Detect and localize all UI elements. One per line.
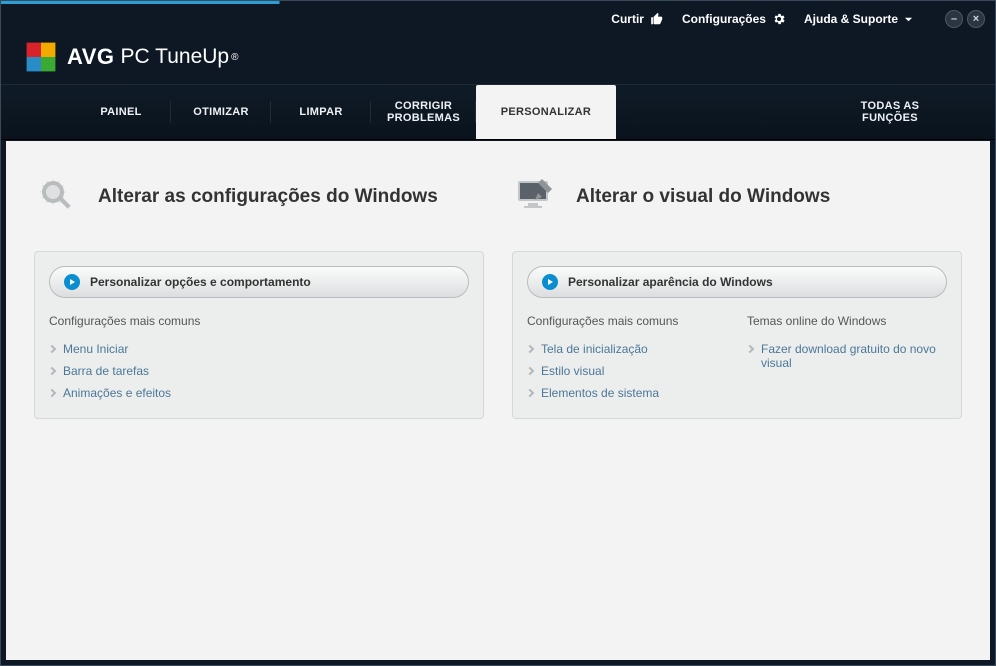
right-links2: Fazer download gratuito do novo visual	[747, 338, 947, 374]
link-label: Animações e efeitos	[63, 386, 171, 400]
left-subhead: Configurações mais comuns	[49, 314, 469, 328]
link-tela-inicializacao[interactable]: Tela de inicialização	[527, 338, 727, 360]
link-label: Estilo visual	[541, 364, 604, 378]
right-section-header: Alterar o visual do Windows	[512, 169, 962, 225]
logo-row: AVG PC TuneUp ®	[1, 30, 995, 84]
like-link[interactable]: Curtir	[611, 12, 664, 26]
right-subhead2: Temas online do Windows	[747, 314, 947, 328]
avg-logo-icon	[23, 39, 59, 75]
left-card: Personalizar opções e comportamento Conf…	[34, 251, 484, 419]
chevron-down-icon	[904, 15, 913, 24]
left-column: Alterar as configurações do Windows Pers…	[34, 169, 484, 660]
link-label: Tela de inicialização	[541, 342, 648, 356]
tab-corrigir-problemas[interactable]: CORRIGIR PROBLEMAS	[371, 85, 476, 139]
link-barra-tarefas[interactable]: Barra de tarefas	[49, 360, 469, 382]
left-section-header: Alterar as configurações do Windows	[34, 169, 484, 225]
play-icon	[64, 274, 80, 290]
settings-label: Configurações	[682, 12, 766, 26]
content-area: Alterar as configurações do Windows Pers…	[6, 141, 990, 660]
chevron-right-icon	[526, 389, 534, 397]
right-sub2: Temas online do Windows Fazer download g…	[747, 314, 947, 404]
link-label: Menu Iniciar	[63, 342, 128, 356]
play-icon	[542, 274, 558, 290]
tab-label: PERSONALIZAR	[501, 106, 591, 118]
personalize-appearance-button[interactable]: Personalizar aparência do Windows	[527, 266, 947, 298]
right-card: Personalizar aparência do Windows Config…	[512, 251, 962, 419]
chevron-right-icon	[526, 345, 534, 353]
right-title: Alterar o visual do Windows	[576, 186, 830, 208]
right-column: Alterar o visual do Windows Personalizar…	[512, 169, 962, 660]
settings-link[interactable]: Configurações	[682, 12, 786, 26]
tab-otimizar[interactable]: OTIMIZAR	[171, 85, 271, 139]
monitor-brush-icon	[512, 173, 560, 221]
tab-personalizar[interactable]: PERSONALIZAR	[476, 85, 616, 139]
link-label: Fazer download gratuito do novo visual	[761, 342, 947, 370]
top-links: Curtir Configurações Ajuda & Suporte	[611, 12, 913, 26]
link-estilo-visual[interactable]: Estilo visual	[527, 360, 727, 382]
product-name: PC TuneUp	[121, 45, 230, 69]
link-label: Elementos de sistema	[541, 386, 659, 400]
right-cols: Configurações mais comuns Tela de inicia…	[527, 314, 947, 404]
chevron-right-icon	[746, 345, 754, 353]
tab-painel[interactable]: PAINEL	[71, 85, 171, 139]
left-title: Alterar as configurações do Windows	[98, 186, 438, 208]
tab-label: OTIMIZAR	[193, 106, 249, 118]
main-tabs: PAINEL OTIMIZAR LIMPAR CORRIGIR PROBLEMA…	[1, 84, 995, 140]
tab-label: CORRIGIR PROBLEMAS	[387, 100, 460, 124]
chevron-right-icon	[48, 367, 56, 375]
left-links: Menu Iniciar Barra de tarefas Animações …	[49, 338, 469, 404]
tab-label: PAINEL	[100, 106, 141, 118]
left-sub: Configurações mais comuns Menu Iniciar B…	[49, 314, 469, 404]
help-label: Ajuda & Suporte	[804, 12, 898, 26]
close-button[interactable]: ×	[967, 10, 985, 28]
tab-label: TODAS AS FUNÇÕES	[861, 100, 920, 124]
right-sub1: Configurações mais comuns Tela de inicia…	[527, 314, 727, 404]
gear-search-icon	[34, 173, 82, 221]
chevron-right-icon	[526, 367, 534, 375]
tab-todas-as-funcoes[interactable]: TODAS AS FUNÇÕES	[825, 85, 955, 139]
titlebar: Curtir Configurações Ajuda & Suporte – ×	[1, 4, 995, 30]
brand-name: AVG	[67, 44, 115, 70]
app-window: Curtir Configurações Ajuda & Suporte – ×…	[0, 0, 996, 666]
registered-mark: ®	[231, 52, 238, 63]
minimize-button[interactable]: –	[945, 10, 963, 28]
chevron-right-icon	[48, 389, 56, 397]
link-animacoes[interactable]: Animações e efeitos	[49, 382, 469, 404]
personalize-options-button[interactable]: Personalizar opções e comportamento	[49, 266, 469, 298]
right-links1: Tela de inicialização Estilo visual Elem…	[527, 338, 727, 404]
button-label: Personalizar opções e comportamento	[90, 275, 311, 289]
link-elementos-sistema[interactable]: Elementos de sistema	[527, 382, 727, 404]
button-label: Personalizar aparência do Windows	[568, 275, 773, 289]
like-label: Curtir	[611, 12, 644, 26]
tab-limpar[interactable]: LIMPAR	[271, 85, 371, 139]
link-label: Barra de tarefas	[63, 364, 149, 378]
tab-label: LIMPAR	[299, 106, 342, 118]
help-link[interactable]: Ajuda & Suporte	[804, 12, 913, 26]
link-download-visual[interactable]: Fazer download gratuito do novo visual	[747, 338, 947, 374]
right-subhead1: Configurações mais comuns	[527, 314, 727, 328]
gear-icon	[772, 12, 786, 26]
chevron-right-icon	[48, 345, 56, 353]
link-menu-iniciar[interactable]: Menu Iniciar	[49, 338, 469, 360]
thumbs-up-icon	[650, 12, 664, 26]
